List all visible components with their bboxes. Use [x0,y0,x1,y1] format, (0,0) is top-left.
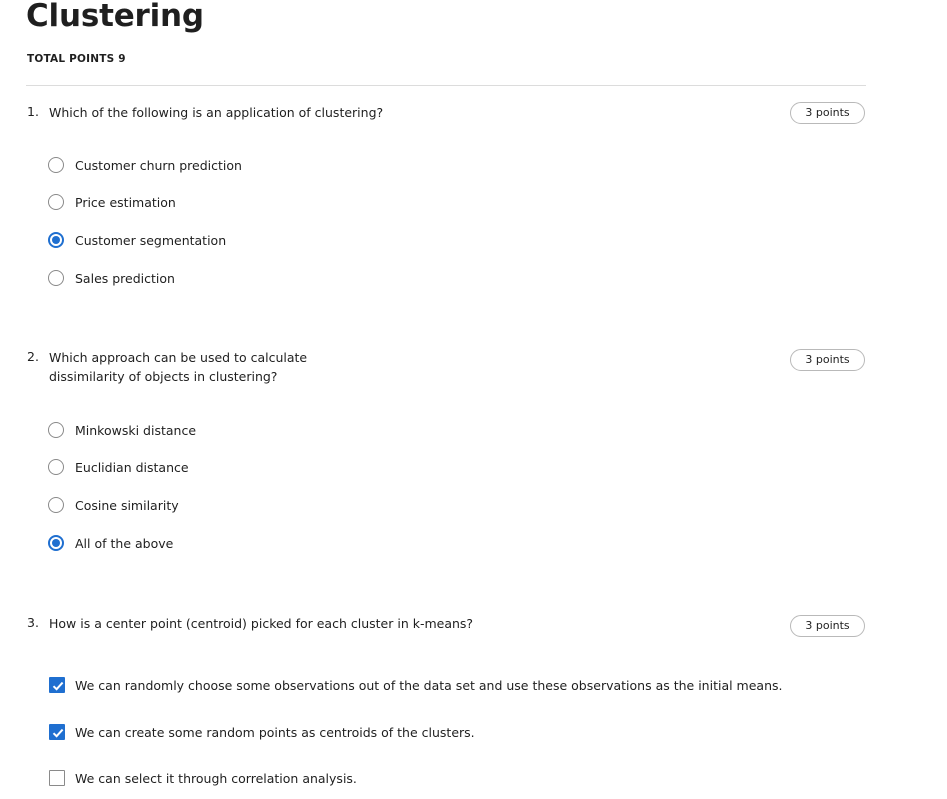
radio-button-selected[interactable] [48,232,64,248]
option-label: Sales prediction [75,271,175,286]
radio-button[interactable] [48,194,64,210]
checkmark-icon [52,728,64,738]
question-text-line-1: Which approach can be used to calculate [49,350,308,365]
option-label: Customer segmentation [75,233,227,248]
option-label: Cosine similarity [75,498,179,513]
points-badge: 3 points [790,102,865,124]
divider [26,85,866,86]
radio-button[interactable] [48,270,64,286]
question-text-line-2: dissimilarity of objects in clustering? [49,369,278,384]
radio-button[interactable] [48,459,64,475]
radio-button[interactable] [48,157,64,173]
option-label: All of the above [75,536,174,551]
question-text: How is a center point (centroid) picked … [49,616,474,631]
option-label: We can randomly choose some observations… [75,678,783,693]
radio-dot [52,539,60,547]
question-text: Which of the following is an application… [49,105,384,120]
points-badge: 3 points [790,349,865,371]
radio-button[interactable] [48,422,64,438]
checkbox[interactable] [49,770,65,786]
page-title: Clustering [26,0,204,34]
question-number: 2. [27,349,39,364]
radio-dot [52,236,60,244]
checkmark-icon [52,681,64,691]
checkbox-checked[interactable] [49,724,65,740]
option-label: Price estimation [75,195,176,210]
checkbox-checked[interactable] [49,677,65,693]
option-label: Customer churn prediction [75,158,242,173]
points-badge: 3 points [790,615,865,637]
radio-button-selected[interactable] [48,535,64,551]
total-points: TOTAL POINTS 9 [27,53,126,65]
question-number: 3. [27,615,39,630]
option-label: We can create some random points as cent… [75,725,475,740]
question-number: 1. [27,104,39,119]
option-label: Euclidian distance [75,460,189,475]
option-label: Minkowski distance [75,423,197,438]
radio-button[interactable] [48,497,64,513]
option-label: We can select it through correlation ana… [75,771,357,786]
